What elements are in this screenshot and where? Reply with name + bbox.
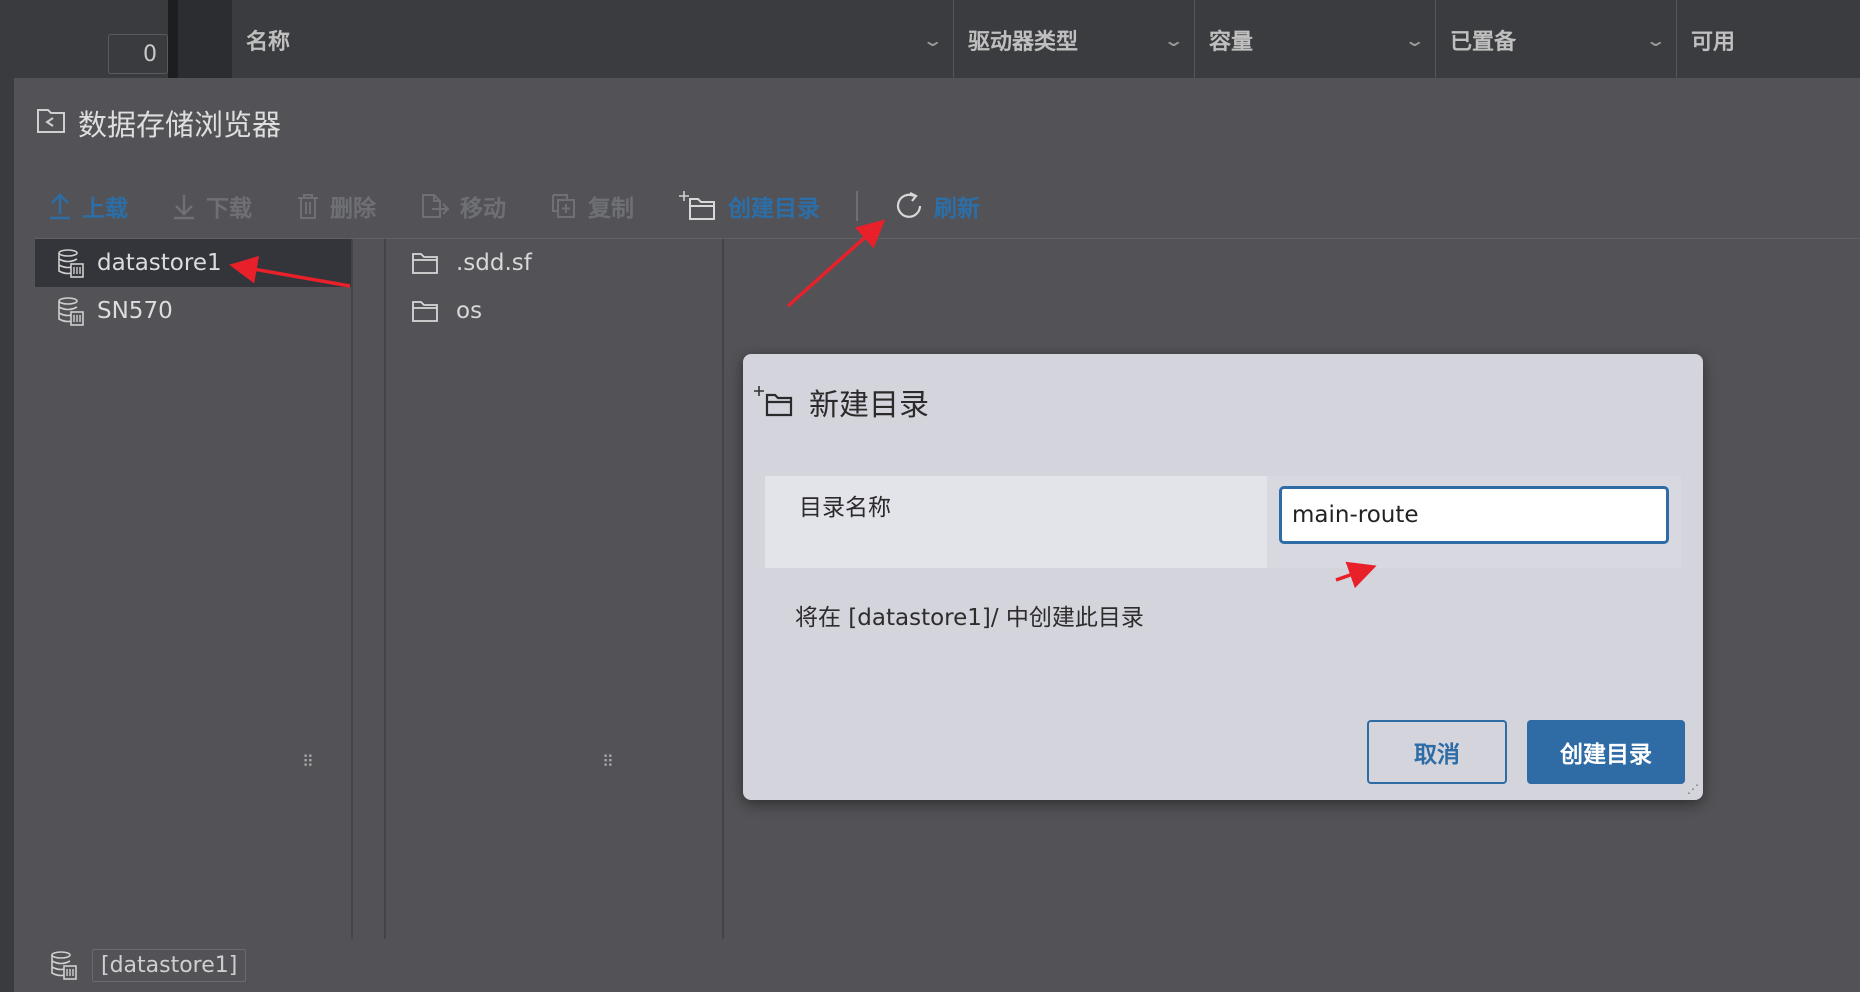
column-header-provisioned[interactable]: 已置备 ⌄: [1436, 0, 1677, 80]
upload-icon: [50, 193, 70, 220]
trash-icon: [298, 194, 318, 219]
datastore-browser-icon: [36, 106, 66, 141]
status-bar: [datastore1]: [36, 938, 1860, 992]
datastore-icon: [58, 249, 84, 278]
column-label: 容量: [1209, 30, 1254, 55]
pane-resize-grip[interactable]: ⠿: [302, 754, 314, 770]
browser-title: 数据存储浏览器: [36, 102, 281, 144]
move-button[interactable]: 移动: [420, 189, 506, 223]
folder-icon: [412, 301, 438, 322]
refresh-icon: [896, 192, 922, 218]
datastore-list-pane: datastore1 SN570: [35, 239, 353, 939]
copy-icon: [552, 194, 575, 218]
move-label: 移动: [460, 196, 506, 222]
directory-name-label: 目录名称: [765, 476, 1267, 568]
column-label: 驱动器类型: [968, 30, 1079, 55]
delete-button[interactable]: 删除: [296, 189, 376, 223]
dialog-title-text: 新建目录: [809, 388, 929, 423]
cancel-button[interactable]: 取消: [1367, 720, 1507, 784]
file-list-pane: .sdd.sf os: [384, 239, 724, 939]
new-folder-icon: [679, 191, 715, 220]
chevron-down-icon: ⌄: [1403, 30, 1426, 50]
datastore-name: SN570: [97, 298, 173, 324]
resize-handle-icon[interactable]: ⋰: [1687, 782, 1699, 796]
upload-label: 上载: [82, 196, 128, 222]
current-path: [datastore1]: [92, 948, 247, 982]
create-directory-confirm-button[interactable]: 创建目录: [1527, 720, 1685, 784]
datastore-item-sn570[interactable]: SN570: [35, 287, 351, 335]
datastore-icon: [58, 297, 84, 326]
chevron-down-icon: ⌄: [1162, 30, 1185, 50]
create-directory-button[interactable]: 创建目录: [678, 189, 820, 223]
column-header-name[interactable]: 名称 ⌄: [232, 0, 954, 80]
browser-title-text: 数据存储浏览器: [78, 108, 282, 142]
move-icon: [422, 194, 450, 218]
create-directory-label: 创建目录: [728, 196, 820, 222]
copy-label: 复制: [588, 196, 634, 222]
column-header-drive-type[interactable]: 驱动器类型 ⌄: [954, 0, 1195, 80]
datastore-item-datastore1[interactable]: datastore1: [35, 239, 351, 287]
refresh-label: 刷新: [934, 196, 980, 222]
directory-name-input[interactable]: [1279, 486, 1669, 544]
new-directory-dialog: 新建目录 目录名称 将在 [datastore1]/ 中创建此目录 取消 创建目…: [743, 354, 1703, 800]
directory-name-input-wrap: [1267, 476, 1681, 568]
file-name: os: [456, 298, 483, 324]
column-header-free[interactable]: 可用: [1677, 0, 1860, 80]
download-icon: [174, 195, 194, 220]
folder-icon: [412, 253, 438, 274]
browser-toolbar: 上载 下载 删除 移动 复制 创建目录 刷新: [48, 182, 1024, 230]
upload-button[interactable]: 上载: [48, 189, 128, 223]
datastore-icon: [51, 951, 77, 980]
file-name: .sdd.sf: [456, 250, 532, 276]
download-label: 下载: [206, 196, 252, 222]
new-folder-icon: [754, 386, 793, 417]
file-item-sdd-sf[interactable]: .sdd.sf: [386, 239, 722, 287]
directory-location-note: 将在 [datastore1]/ 中创建此目录: [795, 605, 1144, 631]
pane-resize-grip[interactable]: ⠿: [602, 754, 614, 770]
background-counter: 0: [108, 34, 168, 74]
datastore-name: datastore1: [97, 250, 222, 276]
column-label: 已置备: [1450, 30, 1517, 55]
download-button[interactable]: 下载: [172, 189, 252, 223]
chevron-down-icon: ⌄: [921, 30, 944, 50]
copy-button[interactable]: 复制: [550, 189, 634, 223]
background-table-header: 名称 ⌄ 驱动器类型 ⌄ 容量 ⌄ 已置备 ⌄ 可用: [232, 0, 1860, 80]
column-label: 名称: [246, 30, 291, 55]
file-item-os[interactable]: os: [386, 287, 722, 335]
delete-label: 删除: [330, 196, 376, 222]
directory-name-row: 目录名称: [765, 476, 1681, 568]
column-label: 可用: [1691, 30, 1736, 55]
chevron-down-icon: ⌄: [1644, 30, 1667, 50]
column-header-capacity[interactable]: 容量 ⌄: [1195, 0, 1436, 80]
toolbar-separator: [856, 191, 858, 221]
refresh-button[interactable]: 刷新: [894, 189, 980, 223]
dialog-title: 新建目录: [753, 380, 929, 424]
